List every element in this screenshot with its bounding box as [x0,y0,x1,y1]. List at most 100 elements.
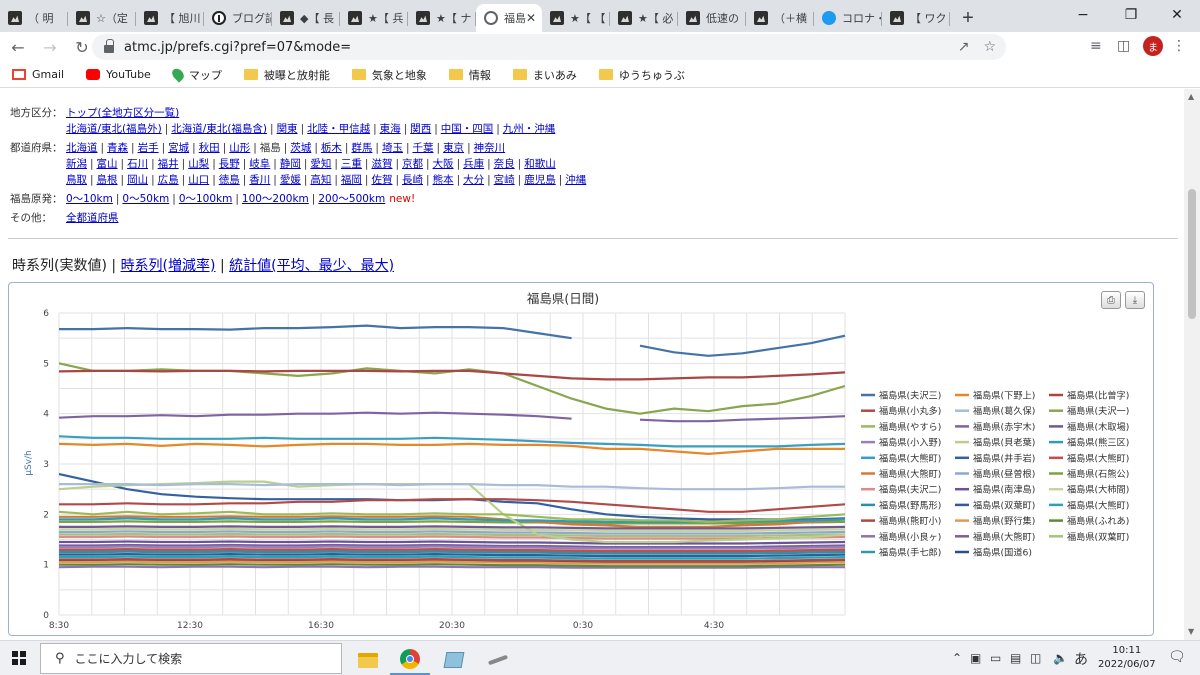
nav-link[interactable]: 北陸・甲信越 [307,123,370,135]
bookmark-item[interactable]: 気象と地象 [351,67,427,83]
browser-tab[interactable]: ★【 兵 [340,4,408,32]
taskbar-search-box[interactable]: ⚲ ここに入力して検索 [40,643,342,674]
nav-link[interactable]: 鳥取 [66,174,87,186]
bookmark-item[interactable]: 情報 [448,67,491,83]
nav-link[interactable]: 長野 [219,158,240,170]
nav-link[interactable]: 山形 [229,142,250,154]
nav-link[interactable]: 九州・沖縄 [503,123,556,135]
nav-link[interactable]: 岐阜 [249,158,270,170]
browser-tab[interactable]: ★【 ナ [408,4,476,32]
legend-item[interactable]: 福島県(ふれあ) [1049,515,1129,527]
close-tab-icon[interactable]: ✕ [526,11,536,25]
legend-item[interactable]: 福島県(やすら) [861,421,941,433]
nav-link[interactable]: 滋賀 [371,158,392,170]
legend-item[interactable]: 福島県(昼曽根) [955,468,1035,480]
nav-link[interactable]: 静岡 [280,158,301,170]
url-text[interactable]: atmc.jp/prefs.cgi?pref=07&mode= [124,40,351,55]
legend-item[interactable]: 福島県(熊町小) [861,515,941,527]
legend-item[interactable]: 福島県(双葉町) [955,499,1035,511]
network-icon[interactable]: ▤ [1010,651,1021,665]
nav-link[interactable]: 高知 [310,174,331,186]
scroll-down-icon[interactable]: ▼ [1188,627,1194,636]
nav-link[interactable]: 大阪 [433,158,454,170]
browser-tab[interactable]: ☆（定 [68,4,136,32]
legend-item[interactable]: 福島県(貝老葉) [955,437,1035,449]
legend-item[interactable]: 福島県(赤宇木) [955,421,1035,433]
nav-link[interactable]: 岡山 [127,174,148,186]
browser-tab[interactable]: コロナ・ [814,4,882,32]
legend-item[interactable]: 福島県(葛久保) [955,405,1035,417]
legend-item[interactable]: 福島県(双葉町) [1049,531,1129,543]
bookmark-item[interactable]: まいあみ [512,67,577,83]
nav-link[interactable]: 徳島 [219,174,240,186]
nav-link[interactable]: 宮城 [168,142,189,154]
nav-link[interactable]: 北海道/東北(福島外) [66,123,162,135]
side-panel-icon[interactable]: ◫ [1117,38,1130,54]
legend-item[interactable]: 福島県(大熊町) [1049,452,1129,464]
profile-avatar[interactable]: ま [1143,36,1163,56]
bookmark-star-icon[interactable]: ☆ [983,39,996,55]
mode-rate-link[interactable]: 時系列(増減率) [121,258,216,274]
bookmark-item[interactable]: YouTube [86,68,151,81]
nav-link[interactable]: 熊本 [433,174,454,186]
legend-item[interactable]: 福島県(野行集) [955,515,1035,527]
page-scrollbar[interactable]: ▲ ▼ [1184,89,1200,640]
forward-button[interactable]: → [36,33,64,61]
chrome-icon[interactable] [390,645,430,675]
nav-link[interactable]: 0〜50km [122,193,169,205]
all-prefs-link[interactable]: 全都道府県 [66,212,119,224]
new-tab-button[interactable]: + [954,4,982,32]
volume-icon[interactable]: 🔈 [1053,651,1068,665]
monitor-icon[interactable]: ◫ [1030,651,1041,665]
scroll-thumb[interactable] [1188,189,1196,319]
legend-item[interactable]: 福島県(南津島) [955,484,1035,496]
mode-stats-link[interactable]: 統計値(平均、最少、最大) [229,258,394,274]
nav-link[interactable]: 栃木 [321,142,342,154]
nav-link[interactable]: 三重 [341,158,362,170]
browser-tab[interactable]: 福島 ✕ [476,4,542,32]
nav-link[interactable]: 岩手 [138,142,159,154]
legend-item[interactable]: 福島県(大熊町) [861,468,941,480]
legend-item[interactable]: 福島県(下野上) [955,390,1035,402]
browser-tab[interactable]: 【 旭川 [136,4,204,32]
notes-app-icon[interactable] [434,645,474,675]
plane-app-icon[interactable] [478,645,518,675]
nav-link[interactable]: 兵庫 [463,158,484,170]
nav-link[interactable]: 大分 [463,174,484,186]
nav-link[interactable]: 100〜200km [242,193,309,205]
menu-icon[interactable]: ⋮ [1172,38,1186,54]
maximize-button[interactable]: ❐ [1108,0,1154,30]
legend-item[interactable]: 福島県(小入野) [861,437,941,449]
nav-link[interactable]: 北海道 [66,142,98,154]
bookmark-item[interactable]: ゆうちゅうぶ [598,67,685,83]
browser-tab[interactable]: ★【 必 [610,4,678,32]
legend-item[interactable]: 福島県(大柿間) [1049,484,1129,496]
nav-link[interactable]: 島根 [97,174,118,186]
nav-link[interactable]: 福岡 [341,174,362,186]
nav-link[interactable]: 奈良 [494,158,515,170]
share-icon[interactable]: ↗ [958,39,970,55]
nav-link[interactable]: 山口 [188,174,209,186]
nav-link[interactable]: 0〜10km [66,193,113,205]
close-window-button[interactable]: ✕ [1154,0,1200,30]
tray-app-icon[interactable]: ▣ [970,651,981,665]
minimize-button[interactable]: − [1060,0,1106,30]
browser-tab[interactable]: （＋横 [746,4,814,32]
ime-indicator[interactable]: あ [1074,649,1088,669]
file-explorer-icon[interactable] [348,645,388,675]
back-button[interactable]: ← [4,33,32,61]
nav-link[interactable]: 東海 [380,123,401,135]
nav-link[interactable]: 佐賀 [371,174,392,186]
browser-tab[interactable]: ★【 【 [542,4,610,32]
browser-tab[interactable]: ブログ記 [204,4,272,32]
legend-item[interactable]: 福島県(大熊町) [861,452,941,464]
nav-link[interactable]: 千葉 [413,142,434,154]
nav-link[interactable]: 石川 [127,158,148,170]
legend-item[interactable]: 福島県(大熊町) [955,531,1035,543]
taskbar-clock[interactable]: 10:11 2022/06/07 [1098,644,1156,672]
legend-item[interactable]: 福島県(木取場) [1049,421,1129,433]
notification-icon[interactable]: 🗨 [1168,649,1186,665]
nav-link[interactable]: 京都 [402,158,423,170]
nav-link[interactable]: 北海道/東北(福島含) [171,123,267,135]
nav-link[interactable]: 愛知 [310,158,331,170]
